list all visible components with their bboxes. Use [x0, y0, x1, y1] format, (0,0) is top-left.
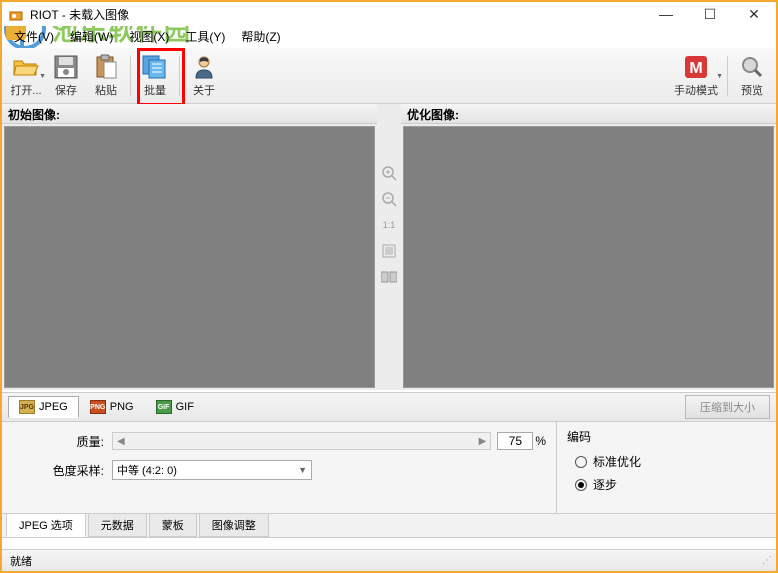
chevron-down-icon: ▼ — [39, 73, 46, 80]
encoding-group-title: 编码 — [567, 428, 766, 445]
chroma-select[interactable]: 中等 (4:2: 0) ▼ — [112, 460, 312, 480]
toolbar-separator — [179, 56, 180, 96]
tab-png[interactable]: PNG PNG — [79, 396, 145, 418]
radio-icon — [575, 456, 587, 468]
optimized-image-panel: 优化图像: — [401, 104, 776, 390]
chevron-down-icon: ▼ — [298, 465, 307, 475]
status-text: 就绪 — [10, 553, 32, 569]
format-tabs: JPG JPEG PNG PNG GIF GIF 压缩到大小 — [2, 392, 776, 422]
menu-file[interactable]: 文件(V) — [6, 26, 62, 47]
radio-icon-checked — [575, 479, 587, 491]
tab-jpeg-options[interactable]: JPEG 选项 — [6, 513, 86, 537]
preview-button[interactable]: 预览 — [732, 51, 772, 101]
radio-progressive[interactable]: 逐步 — [575, 476, 766, 493]
initial-panel-title: 初始图像: — [2, 104, 377, 124]
fit-window-icon[interactable] — [380, 242, 398, 260]
statusbar: 就绪 ⋰ — [2, 549, 776, 571]
tab-mask[interactable]: 蒙板 — [149, 513, 197, 537]
jpeg-icon: JPG — [19, 400, 35, 414]
resize-grip-icon[interactable]: ⋰ — [762, 555, 772, 566]
tab-gif[interactable]: GIF GIF — [145, 396, 205, 418]
compress-to-size-button[interactable]: 压缩到大小 — [685, 395, 770, 419]
clipboard-icon — [92, 53, 120, 81]
optimized-image-area[interactable] — [403, 126, 774, 388]
close-button[interactable]: ✕ — [732, 2, 776, 26]
person-icon — [190, 53, 218, 81]
window-title: RIOT - 未载入图像 — [30, 6, 644, 23]
quality-slider[interactable]: ◀ ▶ — [112, 432, 491, 450]
percent-label: % — [535, 434, 546, 448]
titlebar: RIOT - 未载入图像 — ☐ ✕ — [2, 2, 776, 26]
image-panels: 初始图像: 1:1 优化图像: — [2, 104, 776, 390]
radio-standard[interactable]: 标准优化 — [575, 453, 766, 470]
menu-edit[interactable]: 编辑(W) — [62, 26, 121, 47]
menu-tools[interactable]: 工具(Y) — [177, 26, 233, 47]
minimize-button[interactable]: — — [644, 2, 688, 26]
chevron-down-icon: ▼ — [716, 73, 723, 80]
menubar: 文件(V) 编辑(W) 视图(X) 工具(Y) 帮助(Z) — [2, 26, 776, 46]
toolbar-separator — [727, 56, 728, 96]
bottom-tabs: JPEG 选项 元数据 蒙板 图像调整 — [2, 514, 776, 538]
app-icon — [6, 4, 26, 24]
one-to-one-icon[interactable]: 1:1 — [380, 216, 398, 234]
menu-view[interactable]: 视图(X) — [121, 26, 177, 47]
magnifier-icon — [738, 53, 766, 81]
paste-button[interactable]: 粘贴 — [86, 51, 126, 101]
mid-tool-column: 1:1 — [377, 104, 401, 390]
floppy-disk-icon — [52, 53, 80, 81]
quality-input[interactable] — [497, 432, 533, 450]
settings-panel: 质量: ◀ ▶ % 色度采样: 中等 (4:2: 0) ▼ 编码 标准优化 逐步 — [2, 422, 776, 514]
slider-left-icon[interactable]: ◀ — [117, 436, 125, 447]
batch-icon — [141, 53, 169, 81]
png-icon: PNG — [90, 400, 106, 414]
batch-button[interactable]: 批量 — [135, 51, 175, 101]
manual-mode-icon: M — [682, 53, 710, 81]
slider-right-icon[interactable]: ▶ — [479, 436, 487, 447]
quality-label: 质量: — [12, 433, 112, 450]
toolbar: 打开... ▼ 保存 粘贴 批量 关于 M 手动模式 ▼ — [2, 48, 776, 104]
chroma-label: 色度采样: — [12, 462, 112, 479]
about-button[interactable]: 关于 — [184, 51, 224, 101]
tab-jpeg[interactable]: JPG JPEG — [8, 396, 79, 418]
compare-icon[interactable] — [380, 268, 398, 286]
menu-help[interactable]: 帮助(Z) — [233, 26, 288, 47]
initial-image-area[interactable] — [4, 126, 375, 388]
open-button[interactable]: 打开... ▼ — [6, 51, 46, 101]
tab-image-adjust[interactable]: 图像调整 — [199, 513, 269, 537]
manual-mode-button[interactable]: M 手动模式 ▼ — [669, 51, 723, 101]
folder-open-icon — [12, 53, 40, 81]
zoom-out-icon[interactable] — [380, 190, 398, 208]
initial-image-panel: 初始图像: — [2, 104, 377, 390]
zoom-in-icon[interactable] — [380, 164, 398, 182]
svg-text:M: M — [689, 60, 702, 77]
save-button[interactable]: 保存 — [46, 51, 86, 101]
tab-metadata[interactable]: 元数据 — [88, 513, 147, 537]
maximize-button[interactable]: ☐ — [688, 2, 732, 26]
toolbar-separator — [130, 56, 131, 96]
optimized-panel-title: 优化图像: — [401, 104, 776, 124]
gif-icon: GIF — [156, 400, 172, 414]
